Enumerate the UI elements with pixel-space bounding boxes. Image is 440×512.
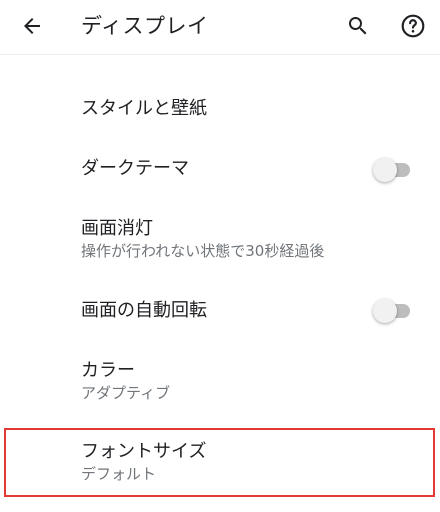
setting-screen-timeout[interactable]: 画面消灯 操作が行われない状態で30秒経過後: [0, 206, 440, 270]
setting-screen-timeout-label: 画面消灯: [81, 218, 153, 239]
setting-auto-rotate[interactable]: 画面の自動回転: [0, 284, 440, 338]
setting-style-wallpaper-label: スタイルと壁紙: [81, 98, 207, 119]
setting-dark-theme-label: ダークテーマ: [81, 158, 189, 179]
setting-color-summary: アダプティブ: [81, 384, 171, 402]
toggle-thumb: [373, 299, 397, 323]
setting-color[interactable]: カラー アダプティブ: [0, 348, 440, 412]
search-button[interactable]: [345, 13, 371, 39]
setting-auto-rotate-label: 画面の自動回転: [81, 300, 207, 321]
dark-theme-toggle[interactable]: [372, 158, 412, 182]
setting-color-label: カラー: [81, 360, 135, 381]
arrow-back-icon: [24, 18, 40, 34]
search-icon: [349, 17, 367, 35]
toggle-thumb: [373, 158, 397, 182]
setting-dark-theme[interactable]: ダークテーマ: [0, 142, 440, 198]
app-bar: ディスプレイ: [0, 0, 440, 54]
back-button[interactable]: [19, 13, 45, 39]
setting-screen-timeout-summary: 操作が行われない状態で30秒経過後: [81, 242, 325, 260]
help-circle-icon: [401, 14, 425, 38]
page-title: ディスプレイ: [81, 14, 209, 38]
highlight-box: [4, 428, 435, 497]
help-button[interactable]: [399, 12, 427, 40]
app-bar-divider: [0, 54, 440, 55]
auto-rotate-toggle[interactable]: [372, 299, 412, 323]
setting-style-wallpaper[interactable]: スタイルと壁紙: [0, 82, 440, 136]
